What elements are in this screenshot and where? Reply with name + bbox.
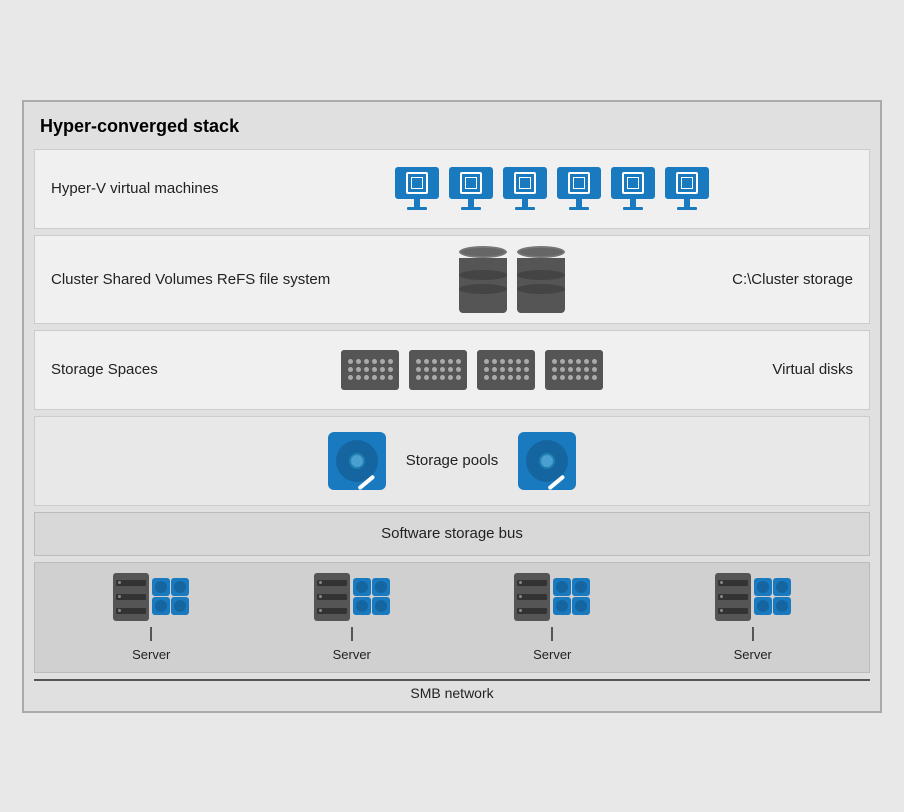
raid-icon-1 xyxy=(341,350,399,390)
vm-icon-3 xyxy=(503,167,547,210)
monitor-base xyxy=(407,207,427,210)
server-label-1: Server xyxy=(132,647,170,662)
software-bus-label: Software storage bus xyxy=(381,525,523,542)
server-tick-2 xyxy=(351,627,353,641)
server-tick-3 xyxy=(551,627,553,641)
vm-icon-2 xyxy=(449,167,493,210)
server-with-disks-4 xyxy=(715,573,791,621)
server-item-2: Server xyxy=(314,573,390,662)
csv-layer: Cluster Shared Volumes ReFS file system … xyxy=(34,235,870,324)
servers-layer: Server Server xyxy=(34,562,870,673)
storage-spaces-label: Storage Spaces xyxy=(51,361,251,378)
server-label-2: Server xyxy=(333,647,371,662)
server-tick-1 xyxy=(150,627,152,641)
server-body-3 xyxy=(514,573,550,621)
server-item-3: Server xyxy=(514,573,590,662)
server-with-disks-3 xyxy=(514,573,590,621)
server-disks-1 xyxy=(152,578,189,615)
smb-label: SMB network xyxy=(410,685,493,701)
db-body xyxy=(459,258,507,313)
software-bus-layer: Software storage bus xyxy=(34,512,870,556)
raid-icon-2 xyxy=(409,350,467,390)
hdd-icon-2 xyxy=(518,432,576,490)
server-body-2 xyxy=(314,573,350,621)
server-tick-4 xyxy=(752,627,754,641)
server-body-4 xyxy=(715,573,751,621)
server-label-4: Server xyxy=(734,647,772,662)
hyperv-icons xyxy=(251,167,853,210)
storage-pools-layer: Storage pools xyxy=(34,416,870,506)
db-top xyxy=(459,246,507,258)
csv-right-label: C:\Cluster storage xyxy=(693,271,853,288)
csv-label: Cluster Shared Volumes ReFS file system xyxy=(51,271,330,288)
vm-box-icon xyxy=(406,172,428,194)
vm-icon-4 xyxy=(557,167,601,210)
page-title: Hyper-converged stack xyxy=(34,112,870,141)
vm-icon-5 xyxy=(611,167,655,210)
server-item-4: Server xyxy=(715,573,791,662)
csv-icons xyxy=(330,246,693,313)
hdd-icon-1 xyxy=(328,432,386,490)
vm-icon-6 xyxy=(665,167,709,210)
raid-icon-4 xyxy=(545,350,603,390)
monitor-stand xyxy=(414,199,420,207)
hyperv-label: Hyper-V virtual machines xyxy=(51,180,251,197)
db-icon-1 xyxy=(459,246,507,313)
smb-line xyxy=(34,679,870,681)
server-disks-4 xyxy=(754,578,791,615)
server-disks-2 xyxy=(353,578,390,615)
server-with-disks-1 xyxy=(113,573,189,621)
server-disks-3 xyxy=(553,578,590,615)
main-container: Hyper-converged stack Hyper-V virtual ma… xyxy=(22,100,882,713)
server-body-1 xyxy=(113,573,149,621)
raid-icon-3 xyxy=(477,350,535,390)
hyperv-layer: Hyper-V virtual machines xyxy=(34,149,870,229)
storage-spaces-layer: Storage Spaces xyxy=(34,330,870,410)
virtual-disks-label: Virtual disks xyxy=(693,361,853,378)
monitor-screen xyxy=(395,167,439,199)
storage-pools-label: Storage pools xyxy=(406,452,499,469)
db-icon-2 xyxy=(517,246,565,313)
server-with-disks-2 xyxy=(314,573,390,621)
storage-spaces-icons xyxy=(251,350,693,390)
vm-icon-1 xyxy=(395,167,439,210)
smb-container: SMB network xyxy=(34,679,870,701)
server-item-1: Server xyxy=(113,573,189,662)
server-label-3: Server xyxy=(533,647,571,662)
